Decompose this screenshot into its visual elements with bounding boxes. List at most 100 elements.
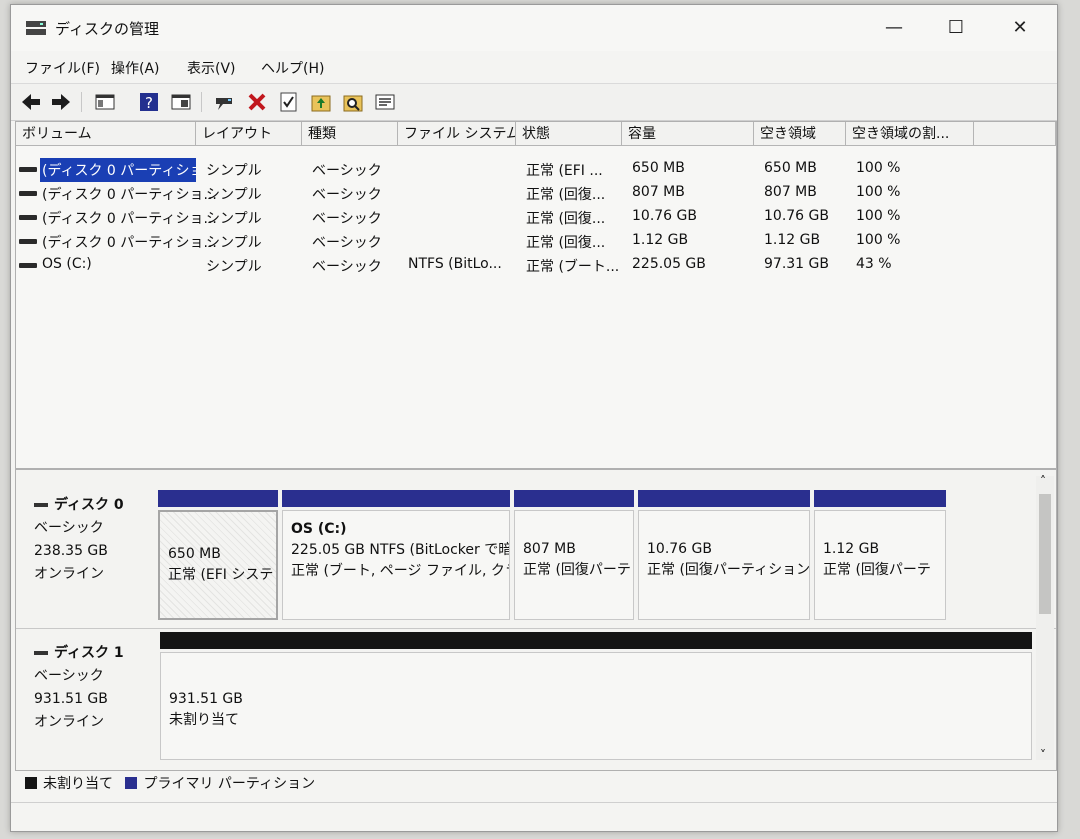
cell-type: ベーシック bbox=[312, 259, 382, 275]
volume-icon bbox=[19, 215, 37, 220]
status-bar bbox=[11, 802, 1057, 831]
table-row[interactable]: (ディスク 0 パーティショ... シンプル ベーシック 正常 (回復... 1… bbox=[16, 205, 1056, 229]
header-layout[interactable]: レイアウト bbox=[196, 122, 302, 146]
cell-status: 正常 (回復... bbox=[526, 211, 606, 227]
close-button[interactable]: ✕ bbox=[997, 13, 1043, 43]
back-icon[interactable] bbox=[19, 90, 43, 114]
properties-icon[interactable] bbox=[169, 90, 193, 114]
cell-layout: シンプル bbox=[206, 235, 262, 251]
volume-icon bbox=[19, 191, 37, 196]
disk-0-name: ディスク 0 bbox=[54, 497, 124, 513]
delete-icon[interactable] bbox=[245, 90, 269, 114]
volume-icon bbox=[19, 167, 37, 172]
cell-filesystem: NTFS (BitLo... bbox=[408, 256, 502, 272]
disk-0-size: 238.35 GB bbox=[34, 543, 108, 559]
table-row[interactable]: (ディスク 0 パーティショ... シンプル ベーシック 正常 (EFI ...… bbox=[16, 157, 1056, 182]
legend-unallocated: 未割り当て bbox=[43, 776, 113, 792]
partition-bar bbox=[638, 490, 810, 507]
cell-volume: (ディスク 0 パーティショ... bbox=[42, 235, 217, 251]
connect-icon[interactable] bbox=[213, 90, 237, 114]
scrollbar-thumb[interactable] bbox=[1039, 494, 1051, 614]
disk-management-icon bbox=[26, 21, 46, 35]
cell-volume: OS (C:) bbox=[42, 256, 92, 272]
header-type[interactable]: 種類 bbox=[302, 122, 398, 146]
header-filesystem[interactable]: ファイル システム bbox=[398, 122, 516, 146]
cell-free-percent: 100 % bbox=[856, 160, 901, 176]
cell-capacity: 225.05 GB bbox=[632, 256, 706, 272]
cell-type: ベーシック bbox=[312, 187, 382, 203]
maximize-button[interactable]: ☐ bbox=[933, 13, 979, 43]
cell-capacity: 650 MB bbox=[632, 160, 685, 176]
partition-bar bbox=[158, 490, 278, 507]
partition-os[interactable]: OS (C:) 225.05 GB NTFS (BitLocker で暗 正常 … bbox=[282, 510, 510, 620]
cell-volume: (ディスク 0 パーティショ... bbox=[42, 211, 217, 227]
minimize-button[interactable]: — bbox=[871, 13, 917, 43]
cell-type: ベーシック bbox=[312, 235, 382, 251]
check-icon[interactable] bbox=[277, 90, 301, 114]
cell-status: 正常 (回復... bbox=[526, 235, 606, 251]
cell-free-percent: 100 % bbox=[856, 184, 901, 200]
cell-layout: シンプル bbox=[206, 259, 262, 275]
volume-icon bbox=[19, 239, 37, 244]
cell-capacity: 1.12 GB bbox=[632, 232, 689, 248]
cell-status: 正常 (EFI ... bbox=[526, 163, 603, 179]
menu-view[interactable]: 表示(V) bbox=[187, 58, 236, 78]
legend-swatch-unallocated bbox=[25, 777, 37, 789]
menu-help[interactable]: ヘルプ(H) bbox=[261, 58, 324, 78]
partition-size: 807 MB bbox=[523, 541, 576, 557]
partition-size: 225.05 GB NTFS (BitLocker で暗 bbox=[291, 542, 510, 558]
disk-1-status: オンライン bbox=[34, 714, 104, 730]
cell-free-space: 10.76 GB bbox=[764, 208, 829, 224]
cell-capacity: 807 MB bbox=[632, 184, 685, 200]
partition-size: 650 MB bbox=[168, 546, 221, 562]
up-icon[interactable] bbox=[309, 90, 333, 114]
cell-layout: シンプル bbox=[206, 187, 262, 203]
cell-free-space: 807 MB bbox=[764, 184, 817, 200]
menu-file[interactable]: ファイル(F) bbox=[25, 58, 100, 78]
table-row[interactable]: (ディスク 0 パーティショ... シンプル ベーシック 正常 (回復... 8… bbox=[16, 181, 1056, 205]
cell-free-space: 1.12 GB bbox=[764, 232, 821, 248]
disk-1-info[interactable]: ディスク 1 ベーシック 931.51 GB オンライン bbox=[34, 642, 174, 734]
help-icon[interactable]: ? bbox=[137, 90, 161, 114]
partition-recovery-1[interactable]: 807 MB 正常 (回復パーテ bbox=[514, 510, 634, 620]
header-capacity[interactable]: 容量 bbox=[622, 122, 754, 146]
window-title: ディスクの管理 bbox=[55, 20, 159, 38]
disk-management-window: ディスクの管理 — ☐ ✕ ファイル(F) 操作(A) 表示(V) ヘルプ(H)… bbox=[10, 4, 1058, 832]
table-row[interactable]: OS (C:) シンプル ベーシック NTFS (BitLo... 正常 (ブー… bbox=[16, 253, 1056, 277]
partition-recovery-2[interactable]: 10.76 GB 正常 (回復パーティション bbox=[638, 510, 810, 620]
title-bar: ディスクの管理 — ☐ ✕ bbox=[11, 5, 1057, 51]
scroll-up-arrow[interactable]: ˄ bbox=[1040, 474, 1046, 488]
disk-icon bbox=[34, 651, 48, 655]
header-free-percent[interactable]: 空き領域の割... bbox=[846, 122, 974, 146]
toolbar-separator bbox=[201, 92, 202, 112]
scroll-down-arrow[interactable]: ˅ bbox=[1040, 748, 1046, 762]
partition-size: 1.12 GB bbox=[823, 541, 880, 557]
disk-0-status: オンライン bbox=[34, 566, 104, 582]
partition-unallocated[interactable]: 931.51 GB 未割り当て bbox=[160, 652, 1032, 760]
disk-0-type: ベーシック bbox=[34, 520, 104, 536]
header-free-space[interactable]: 空き領域 bbox=[754, 122, 846, 146]
partition-bar bbox=[514, 490, 634, 507]
partition-status: 正常 (回復パーテ bbox=[823, 562, 931, 578]
unallocated-bar bbox=[160, 632, 1032, 649]
list-icon[interactable] bbox=[373, 90, 397, 114]
disk-1-size: 931.51 GB bbox=[34, 691, 108, 707]
partition-status: 正常 (ブート, ページ ファイル, クラッ bbox=[291, 563, 510, 579]
header-status[interactable]: 状態 bbox=[516, 122, 622, 146]
partition-efi[interactable]: 650 MB 正常 (EFI システ bbox=[158, 510, 278, 620]
partition-size: 931.51 GB bbox=[169, 691, 243, 707]
vertical-scrollbar[interactable]: ˄ ˅ bbox=[1036, 474, 1054, 762]
legend-swatch-primary bbox=[125, 777, 138, 789]
partition-bar bbox=[282, 490, 510, 507]
console-tree-icon[interactable] bbox=[93, 90, 117, 114]
cell-free-percent: 100 % bbox=[856, 232, 901, 248]
table-row[interactable]: (ディスク 0 パーティショ... シンプル ベーシック 正常 (回復... 1… bbox=[16, 229, 1056, 253]
menu-action[interactable]: 操作(A) bbox=[111, 58, 160, 78]
cell-free-percent: 43 % bbox=[856, 256, 892, 272]
forward-icon[interactable] bbox=[49, 90, 73, 114]
search-icon[interactable] bbox=[341, 90, 365, 114]
legend-primary: プライマリ パーティション bbox=[143, 776, 316, 792]
disk-0-info[interactable]: ディスク 0 ベーシック 238.35 GB オンライン bbox=[34, 494, 174, 586]
partition-recovery-3[interactable]: 1.12 GB 正常 (回復パーテ bbox=[814, 510, 946, 620]
header-volume[interactable]: ボリューム bbox=[16, 122, 196, 146]
